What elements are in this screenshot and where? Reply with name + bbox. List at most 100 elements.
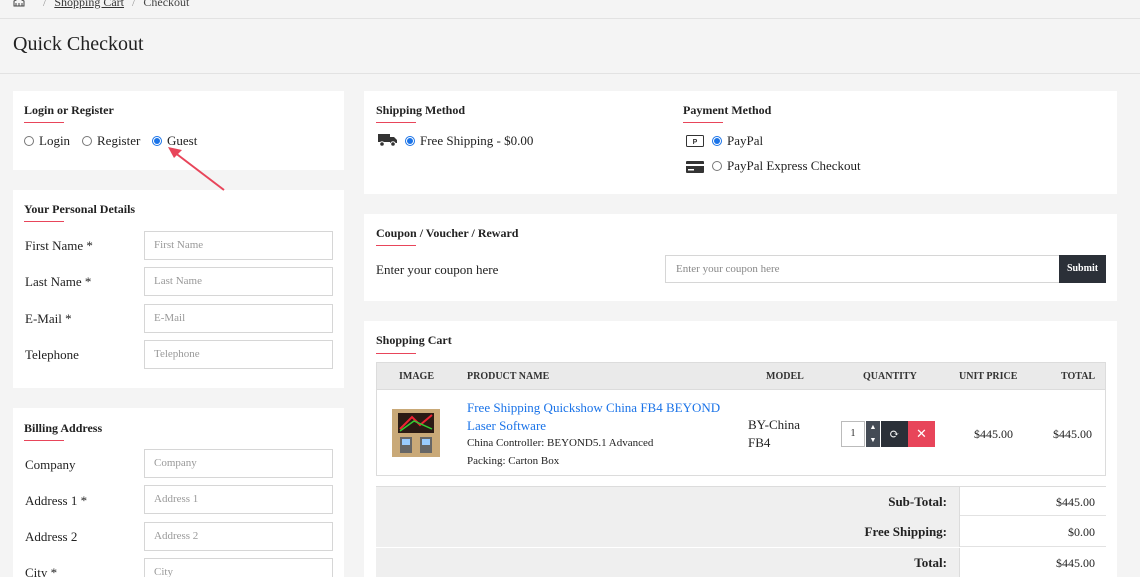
panel-title: Billing Address — [24, 421, 103, 435]
product-option: Packing: Carton Box — [467, 455, 560, 467]
refresh-icon[interactable]: ⟳ — [881, 421, 908, 447]
line-total: $445.00 — [1053, 427, 1092, 441]
paypal-icon: P — [686, 135, 704, 147]
divider — [0, 73, 1140, 74]
address2-input[interactable]: Address 2 — [144, 522, 333, 551]
breadcrumb-shopping-cart[interactable]: Shopping Cart — [54, 0, 124, 10]
breadcrumb-separator: / — [43, 0, 47, 9]
total-value: $445.00 — [1056, 556, 1095, 570]
product-thumbnail[interactable] — [392, 409, 440, 457]
close-icon[interactable]: ✕ — [908, 421, 935, 447]
radio-button[interactable] — [712, 161, 722, 171]
breadcrumb-checkout: Checkout — [143, 0, 190, 9]
shipping-value: $0.00 — [1068, 525, 1095, 539]
billing-address-panel: Billing Address Company Company Address … — [13, 408, 344, 577]
subtotal-label: Sub-Total: — [376, 487, 960, 517]
title-underline — [24, 221, 64, 222]
address1-label: Address 1 * — [25, 493, 88, 508]
unit-price: $445.00 — [974, 427, 1013, 441]
company-label: Company — [25, 457, 76, 472]
address2-label: Address 2 — [25, 529, 78, 544]
coupon-input[interactable]: Enter your coupon here — [665, 255, 1060, 283]
address1-input[interactable]: Address 1 — [144, 485, 333, 514]
radio-button[interactable] — [24, 136, 34, 146]
model-line: BY-China — [748, 417, 800, 432]
panel-title: Shipping Method — [376, 103, 466, 117]
radio-button[interactable] — [405, 136, 415, 146]
last-name-input[interactable]: Last Name — [144, 267, 333, 296]
personal-details-panel: Your Personal Details First Name * First… — [13, 190, 344, 388]
subtotal-value: $445.00 — [1056, 495, 1095, 509]
cart-header: IMAGE PRODUCT NAME MODEL QUANTITY UNIT P… — [377, 363, 1105, 390]
coupon-label: Enter your coupon here — [376, 262, 499, 277]
coupon-submit-button[interactable]: Submit — [1059, 255, 1106, 283]
col-quantity: QUANTITY — [863, 371, 917, 382]
col-unit-price: UNIT PRICE — [959, 371, 1018, 382]
page-title: Quick Checkout — [13, 33, 144, 55]
table-row: Free Shipping Quickshow China FB4 BEYOND… — [377, 391, 1105, 476]
email-label: E-Mail * — [25, 311, 72, 326]
free-shipping-radio[interactable]: Free Shipping - $0.00 — [405, 133, 533, 149]
subtotal-row: Sub-Total: $445.00 — [376, 486, 1106, 517]
breadcrumb-separator: / — [132, 0, 136, 9]
telephone-label: Telephone — [25, 347, 79, 362]
radio-button[interactable] — [82, 136, 92, 146]
paypal-radio[interactable]: PayPal — [712, 133, 763, 149]
title-underline — [683, 122, 723, 123]
title-underline — [24, 440, 64, 441]
option-label: Register — [97, 133, 141, 148]
shipping-row: Free Shipping: $0.00 — [376, 517, 1106, 547]
panel-title: Payment Method — [683, 103, 772, 117]
panel-title: Your Personal Details — [24, 202, 136, 216]
truck-icon — [378, 134, 397, 147]
divider — [0, 18, 1140, 19]
quantity-input[interactable]: 1 — [841, 421, 865, 447]
shipping-label: Free Shipping: — [376, 517, 960, 547]
city-input[interactable]: City — [144, 558, 333, 577]
chevron-down-icon[interactable]: ▼ — [866, 434, 880, 447]
panel-title: Shopping Cart — [376, 333, 452, 347]
panel-title: Coupon / Voucher / Reward — [376, 226, 519, 240]
arrow-annotation — [168, 147, 225, 191]
breadcrumb: / Shopping Cart / Checkout — [13, 0, 189, 10]
last-name-label: Last Name * — [25, 274, 92, 289]
quantity-stepper[interactable]: ▲ ▼ — [866, 421, 880, 447]
product-name-line[interactable]: Laser Software — [467, 417, 720, 435]
paypal-express-radio[interactable]: PayPal Express Checkout — [712, 158, 861, 174]
coupon-panel: Coupon / Voucher / Reward Enter your cou… — [364, 214, 1117, 301]
register-radio[interactable]: Register — [82, 133, 140, 149]
option-label: Login — [39, 133, 71, 148]
title-underline — [376, 353, 416, 354]
option-label: PayPal Express Checkout — [727, 158, 861, 173]
title-underline — [376, 245, 416, 246]
credit-card-icon — [686, 161, 704, 173]
telephone-input[interactable]: Telephone — [144, 340, 333, 369]
home-icon[interactable] — [13, 0, 25, 7]
cart-table: IMAGE PRODUCT NAME MODEL QUANTITY UNIT P… — [376, 362, 1106, 476]
title-underline — [376, 122, 416, 123]
svg-text:P: P — [693, 139, 698, 146]
product-model: BY-China FB4 — [748, 416, 800, 452]
email-input[interactable]: E-Mail — [144, 304, 333, 333]
shipping-payment-panel: Shipping Method Free Shipping - $0.00 Pa… — [364, 91, 1117, 194]
col-product-name: PRODUCT NAME — [467, 371, 550, 382]
radio-button[interactable] — [712, 136, 722, 146]
panel-title: Login or Register — [24, 103, 114, 117]
product-option: China Controller: BEYOND5.1 Advanced — [467, 437, 654, 449]
shopping-cart-panel: Shopping Cart IMAGE PRODUCT NAME MODEL Q… — [364, 321, 1117, 577]
product-name-line[interactable]: Free Shipping Quickshow China FB4 BEYOND — [467, 399, 720, 417]
login-radio[interactable]: Login — [24, 133, 70, 149]
product-name-link[interactable]: Free Shipping Quickshow China FB4 BEYOND… — [467, 399, 720, 435]
model-line: FB4 — [748, 435, 771, 450]
col-total: TOTAL — [1061, 371, 1096, 382]
col-image: IMAGE — [399, 371, 434, 382]
first-name-label: First Name * — [25, 238, 93, 253]
total-row: Total: $445.00 — [376, 548, 1106, 577]
title-underline — [24, 122, 64, 123]
option-label: Free Shipping - $0.00 — [420, 133, 534, 148]
chevron-up-icon[interactable]: ▲ — [866, 421, 880, 434]
company-input[interactable]: Company — [144, 449, 333, 478]
first-name-input[interactable]: First Name — [144, 231, 333, 260]
total-label: Total: — [376, 548, 960, 577]
city-label: City * — [25, 565, 58, 577]
